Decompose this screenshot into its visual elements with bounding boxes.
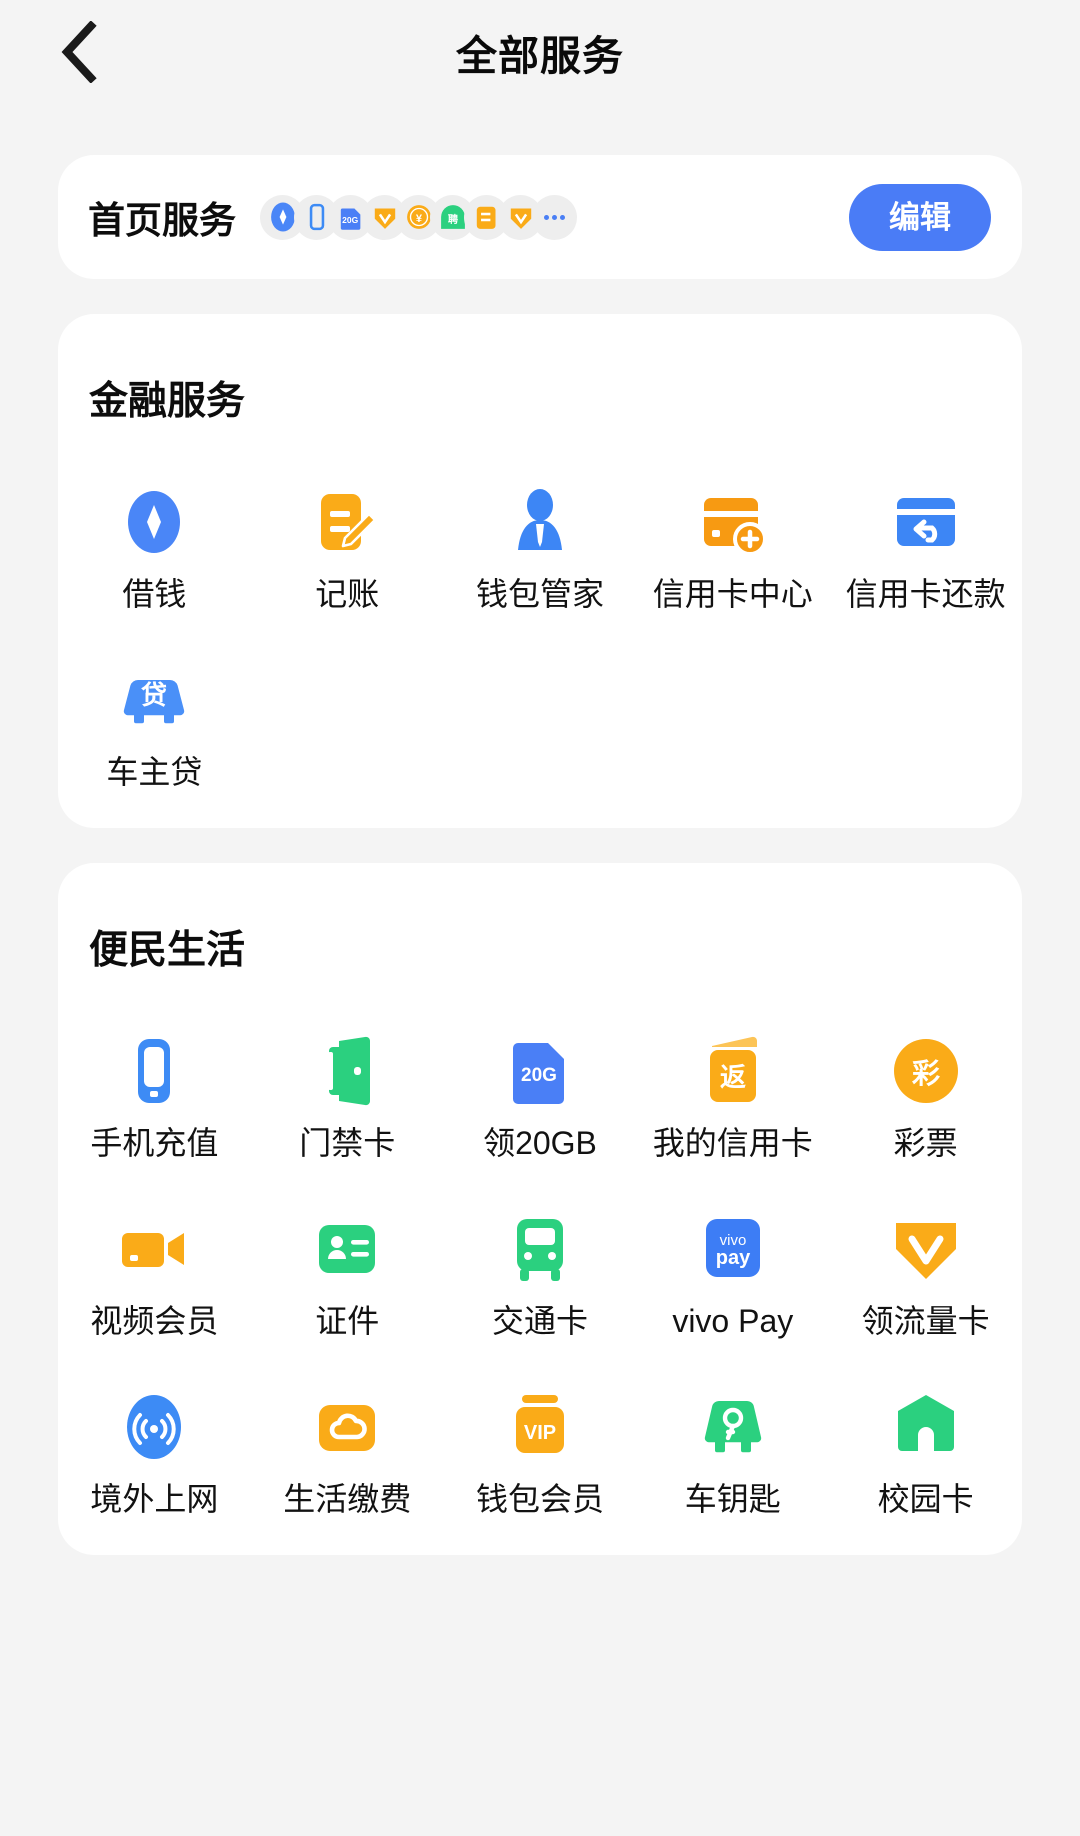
- bookkeeping-icon: [309, 484, 385, 560]
- phone-recharge-icon: [116, 1033, 192, 1109]
- tile-label: 记账: [315, 576, 380, 612]
- all-services-page: 全部服务 首页服务 20G ¥ 聘 编辑 金融服务 借钱 记账 钱包管家 信用卡…: [0, 0, 1080, 1836]
- service-tile-wallet-vip[interactable]: VIP 钱包会员: [444, 1389, 637, 1515]
- campus-card-icon: [888, 1389, 964, 1465]
- tile-label: 我的信用卡: [652, 1125, 813, 1161]
- tile-label: 生活缴费: [283, 1481, 412, 1517]
- tile-label: 领流量卡: [861, 1303, 990, 1339]
- transit-card-icon: [502, 1211, 578, 1287]
- svg-text:聘: 聘: [447, 213, 457, 226]
- home-services-card: 首页服务 20G ¥ 聘 编辑: [58, 155, 1022, 279]
- lottery-icon: 彩: [888, 1033, 964, 1109]
- service-tile-lottery[interactable]: 彩 彩票: [829, 1033, 1022, 1159]
- service-tile-my-credit-card[interactable]: 返 我的信用卡: [636, 1033, 829, 1159]
- financial-services-card: 金融服务 借钱 记账 钱包管家 信用卡中心 信用卡还款 贷 车主贷: [58, 314, 1022, 828]
- id-document-icon: [309, 1211, 385, 1287]
- vivo-pay-icon: vivo pay: [695, 1211, 771, 1287]
- service-tile-car-loan[interactable]: 贷 车主贷: [58, 662, 251, 788]
- service-tile-wallet-butler[interactable]: 钱包管家: [444, 484, 637, 610]
- tile-label: 车主贷: [106, 754, 203, 790]
- tile-label: 借钱: [122, 576, 187, 612]
- service-tile-bookkeeping[interactable]: 记账: [251, 484, 444, 610]
- car-loan-icon: 贷: [116, 662, 192, 738]
- section-title-financial: 金融服务: [89, 380, 246, 423]
- tile-label: 交通卡: [491, 1303, 588, 1339]
- wallet-butler-icon: [502, 484, 578, 560]
- service-tile-data-card[interactable]: 领流量卡: [829, 1211, 1022, 1337]
- section-title-convenience: 便民生活: [89, 929, 246, 972]
- borrow-money-icon: [116, 484, 192, 560]
- home-services-icon-stack[interactable]: 20G ¥ 聘: [260, 194, 849, 240]
- tile-label: 车钥匙: [684, 1481, 781, 1517]
- svg-text:VIP: VIP: [524, 1422, 556, 1444]
- service-tile-car-key[interactable]: 车钥匙: [636, 1389, 829, 1515]
- tile-label: 校园卡: [877, 1481, 974, 1517]
- page-header: 全部服务: [0, 0, 1080, 104]
- back-button[interactable]: [44, 17, 114, 87]
- tile-label: 彩票: [893, 1125, 958, 1161]
- tile-label: 钱包管家: [475, 576, 604, 612]
- access-card-icon: [309, 1033, 385, 1109]
- edit-button[interactable]: 编辑: [849, 183, 991, 251]
- stack-v-data-card-icon: [498, 194, 543, 240]
- tile-label: 视频会员: [90, 1303, 219, 1339]
- page-title: 全部服务: [456, 33, 624, 79]
- video-membership-icon: [116, 1211, 192, 1287]
- service-tile-access-card[interactable]: 门禁卡: [251, 1033, 444, 1159]
- service-tile-borrow-money[interactable]: 借钱: [58, 484, 251, 610]
- tile-label: 钱包会员: [475, 1481, 604, 1517]
- tile-label: 境外上网: [90, 1481, 219, 1517]
- service-tile-utility-payment[interactable]: 生活缴费: [251, 1389, 444, 1515]
- credit-card-repay-icon: [888, 484, 964, 560]
- car-key-icon: [695, 1389, 771, 1465]
- svg-text:20G: 20G: [342, 215, 358, 225]
- tile-label: 手机充值: [90, 1125, 219, 1161]
- tile-label: vivo Pay: [672, 1303, 794, 1339]
- 20gb-sim-icon: 20G: [502, 1033, 578, 1109]
- my-credit-card-icon: 返: [695, 1033, 771, 1109]
- svg-text:20G: 20G: [521, 1065, 557, 1086]
- tile-label: 门禁卡: [299, 1125, 396, 1161]
- svg-text:贷: 贷: [141, 680, 167, 711]
- service-tile-credit-card-repay[interactable]: 信用卡还款: [829, 484, 1022, 610]
- service-tile-vivo-pay[interactable]: vivo pay vivo Pay: [636, 1211, 829, 1337]
- chevron-left-icon: [57, 21, 101, 83]
- tile-label: 证件: [315, 1303, 380, 1339]
- wallet-vip-icon: VIP: [502, 1389, 578, 1465]
- convenience-living-card: 便民生活 手机充值 门禁卡 20G 领20GB 返 我的信用卡 彩 彩票 视频会…: [58, 863, 1022, 1555]
- svg-text:pay: pay: [716, 1247, 751, 1269]
- credit-card-center-icon: [695, 484, 771, 560]
- financial-services-grid: 借钱 记账 钱包管家 信用卡中心 信用卡还款 贷 车主贷: [58, 484, 1022, 788]
- service-tile-credit-card-center[interactable]: 信用卡中心: [636, 484, 829, 610]
- data-card-icon: [888, 1211, 964, 1287]
- overseas-internet-icon: [116, 1389, 192, 1465]
- service-tile-transit-card[interactable]: 交通卡: [444, 1211, 637, 1337]
- service-tile-overseas-internet[interactable]: 境外上网: [58, 1389, 251, 1515]
- service-tile-phone-recharge[interactable]: 手机充值: [58, 1033, 251, 1159]
- svg-text:彩: 彩: [912, 1057, 940, 1090]
- tile-label: 信用卡中心: [652, 576, 813, 612]
- service-tile-id-document[interactable]: 证件: [251, 1211, 444, 1337]
- utility-payment-icon: [309, 1389, 385, 1465]
- tile-label: 信用卡还款: [845, 576, 1006, 612]
- home-services-title: 首页服务: [88, 200, 236, 241]
- tile-label: 领20GB: [483, 1125, 597, 1161]
- service-tile-20gb[interactable]: 20G 领20GB: [444, 1033, 637, 1159]
- svg-text:返: 返: [720, 1063, 746, 1093]
- convenience-living-grid: 手机充值 门禁卡 20G 领20GB 返 我的信用卡 彩 彩票 视频会员 证件 …: [58, 1033, 1022, 1515]
- service-tile-video-membership[interactable]: 视频会员: [58, 1211, 251, 1337]
- service-tile-campus-card[interactable]: 校园卡: [829, 1389, 1022, 1515]
- svg-text:¥: ¥: [415, 213, 422, 225]
